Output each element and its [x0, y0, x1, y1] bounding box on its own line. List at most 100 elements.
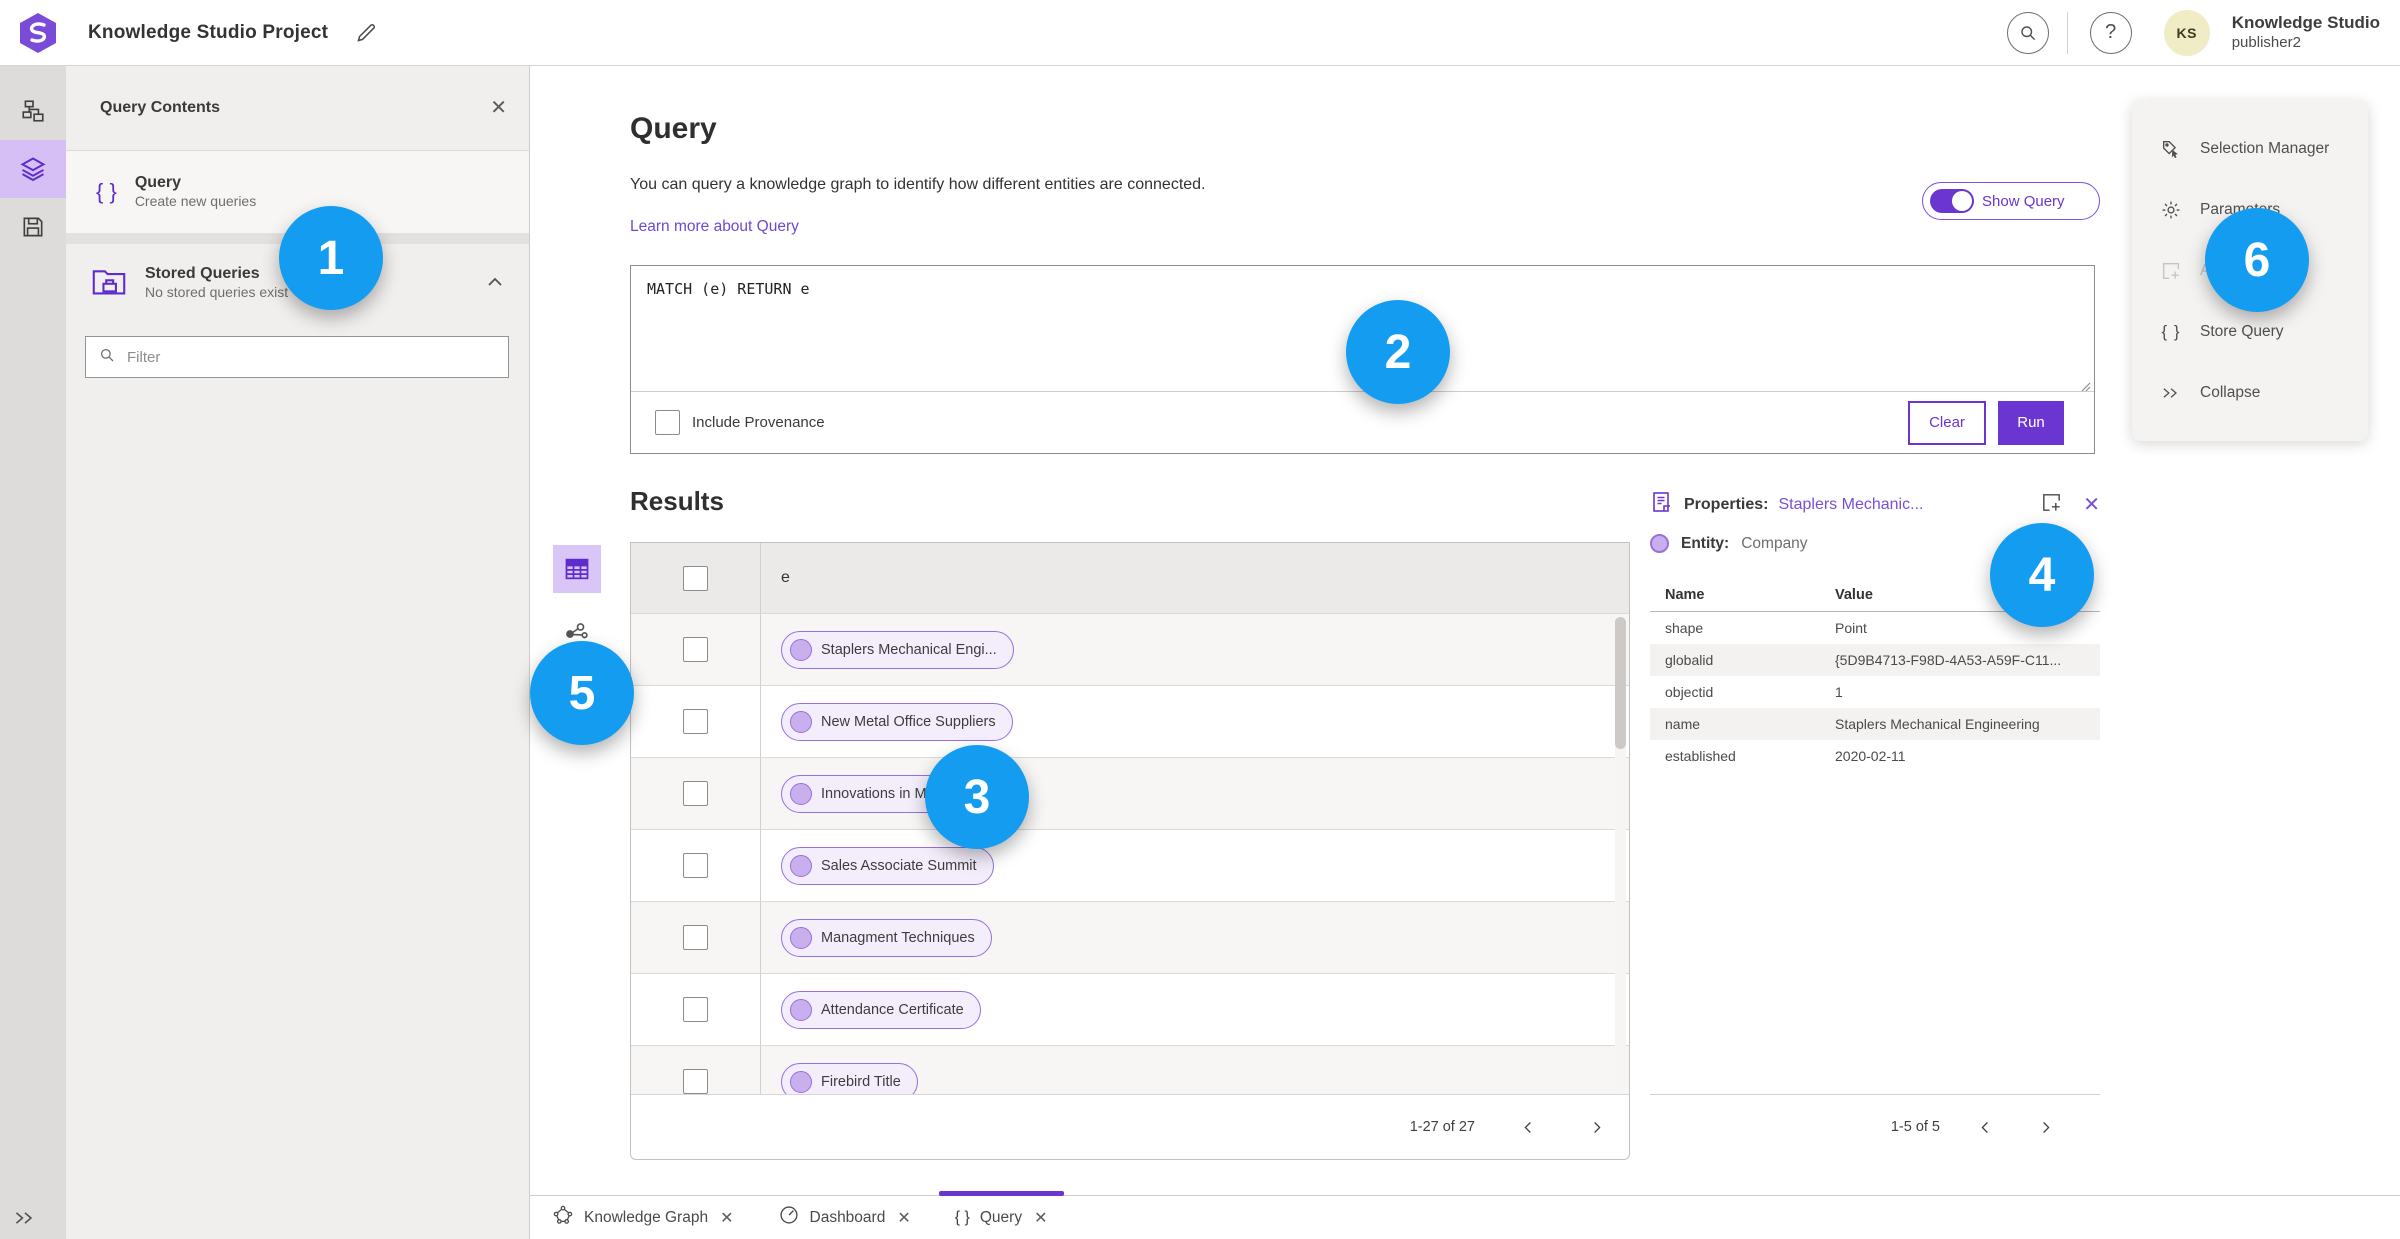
- row-checkbox[interactable]: [683, 1069, 708, 1094]
- close-icon[interactable]: ✕: [490, 98, 507, 118]
- entity-icon: [790, 998, 812, 1021]
- table-row: New Metal Office Suppliers: [631, 685, 1629, 757]
- help-icon[interactable]: ?: [2089, 11, 2132, 54]
- properties-doc-icon: [1650, 490, 1674, 519]
- selection-manager-button[interactable]: Selection Manager: [2132, 118, 2368, 179]
- hierarchy-icon[interactable]: [0, 82, 66, 140]
- entity-icon: [790, 854, 812, 877]
- user-avatar[interactable]: KS: [2163, 9, 2210, 56]
- page-title: Query: [630, 112, 717, 145]
- entity-pill[interactable]: Staplers Mechanical Engi...: [781, 630, 1014, 669]
- run-button[interactable]: Run: [1998, 400, 2064, 445]
- add-to-selection-icon[interactable]: [2040, 491, 2063, 519]
- tab-label: Dashboard: [809, 1208, 886, 1226]
- table-row[interactable]: globalid {5D9B4713-F98D-4A53-A59F-C11...: [1650, 644, 2100, 676]
- table-row[interactable]: established 2020-02-11: [1650, 740, 2100, 772]
- double-chevron-right-icon: [2159, 385, 2183, 401]
- entity-pill[interactable]: Attendance Certificate: [781, 990, 981, 1029]
- scrollbar-thumb[interactable]: [1615, 617, 1626, 749]
- chevron-up-icon[interactable]: [487, 274, 503, 292]
- properties-pagination: 1-5 of 5: [1650, 1112, 2100, 1142]
- panel-header: Query Contents ✕: [66, 66, 529, 151]
- active-tab-indicator: [938, 1191, 1064, 1196]
- column-header-e: e: [781, 569, 790, 586]
- expand-panel-icon[interactable]: [0, 1209, 66, 1227]
- search-icon: [98, 346, 116, 369]
- layers-icon[interactable]: [0, 140, 66, 198]
- table-row[interactable]: objectid 1: [1650, 676, 2100, 708]
- entity-pill[interactable]: Sales Associate Summit: [781, 846, 994, 885]
- row-checkbox[interactable]: [683, 709, 708, 734]
- entity-type-value: Company: [1741, 534, 1808, 552]
- row-checkbox[interactable]: [683, 925, 708, 950]
- table-view-icon[interactable]: [553, 545, 601, 593]
- chevron-right-icon[interactable]: [2030, 1112, 2060, 1142]
- close-icon[interactable]: ✕: [1034, 1208, 1047, 1228]
- chevron-left-icon[interactable]: [1513, 1112, 1543, 1142]
- table-row[interactable]: name Staplers Mechanical Engineering: [1650, 708, 2100, 740]
- results-scroll-area: e Staplers Mechanical Engi... New Metal …: [631, 543, 1629, 1096]
- topbar-actions: ? KS Knowledge Studio publisher2: [2006, 9, 2386, 56]
- tab-knowledge-graph[interactable]: Knowledge Graph ✕: [542, 1196, 744, 1239]
- save-icon[interactable]: [0, 198, 66, 256]
- filter-input-wrap: [85, 336, 509, 378]
- menu-item-label: Store Query: [2200, 322, 2284, 340]
- braces-icon: { }: [96, 179, 117, 204]
- row-checkbox[interactable]: [683, 853, 708, 878]
- entity-pill[interactable]: Managment Techniques: [781, 918, 992, 957]
- user-role: publisher2: [2231, 33, 2301, 51]
- entity-icon: [1650, 534, 1669, 553]
- row-checkbox[interactable]: [683, 781, 708, 806]
- select-all-checkbox[interactable]: [683, 565, 708, 591]
- annotation-badge-6: 6: [2205, 208, 2309, 312]
- entity-pill[interactable]: New Metal Office Suppliers: [781, 702, 1013, 741]
- gauge-icon: [778, 1204, 800, 1231]
- square-plus-icon: [2159, 260, 2183, 282]
- chevron-left-icon[interactable]: [1970, 1112, 2000, 1142]
- query-item-label: Query: [134, 174, 182, 192]
- chevron-right-icon[interactable]: [1581, 1112, 1611, 1142]
- filter-input[interactable]: [127, 348, 496, 366]
- results-table: e Staplers Mechanical Engi... New Metal …: [630, 542, 1630, 1160]
- query-description: You can query a knowledge graph to ident…: [630, 176, 1206, 193]
- include-provenance-label: Include Provenance: [692, 414, 825, 431]
- tab-dashboard[interactable]: Dashboard ✕: [768, 1196, 921, 1239]
- results-header-row: e: [631, 543, 1629, 613]
- annotation-badge-2: 2: [1346, 300, 1450, 404]
- tab-query[interactable]: { } Query ✕: [938, 1191, 1064, 1239]
- include-provenance-checkbox[interactable]: [655, 410, 680, 435]
- gear-icon: [2159, 199, 2183, 221]
- stored-queries-sublabel: No stored queries exist: [145, 284, 289, 301]
- row-checkbox[interactable]: [683, 637, 708, 662]
- panel-title: Query Contents: [100, 99, 221, 116]
- table-row: Firebird Title: [631, 1045, 1629, 1096]
- app-logo-icon[interactable]: [16, 10, 60, 56]
- clear-button[interactable]: Clear: [1908, 400, 1986, 445]
- properties-label: Properties:: [1684, 495, 1769, 513]
- row-checkbox[interactable]: [683, 997, 708, 1022]
- toggle-on-icon: [1930, 189, 1974, 213]
- entity-pill[interactable]: Firebird Title: [781, 1062, 918, 1096]
- close-icon[interactable]: ✕: [2083, 495, 2100, 515]
- entity-icon: [790, 638, 812, 661]
- edit-title-pencil-icon[interactable]: [354, 21, 378, 45]
- close-icon[interactable]: ✕: [897, 1208, 910, 1228]
- annotation-badge-3: 3: [925, 745, 1029, 849]
- learn-more-link[interactable]: Learn more about Query: [630, 218, 799, 236]
- properties-entity-link[interactable]: Staplers Mechanic...: [1778, 496, 1923, 514]
- table-row: Attendance Certificate: [631, 973, 1629, 1045]
- collapse-button[interactable]: Collapse: [2132, 362, 2368, 423]
- view-tab-bar: Knowledge Graph ✕ Dashboard ✕ { } Query …: [530, 1191, 2400, 1239]
- user-info[interactable]: Knowledge Studio publisher2: [2232, 13, 2386, 51]
- network-graph-icon: [552, 1204, 574, 1231]
- search-icon[interactable]: [2006, 11, 2049, 54]
- properties-footer-divider: [1650, 1094, 2100, 1095]
- annotation-badge-4: 4: [1990, 523, 2094, 627]
- props-col-name: Name: [1650, 581, 1820, 612]
- close-icon[interactable]: ✕: [720, 1208, 733, 1228]
- selection-tag-icon: [2159, 138, 2183, 160]
- folder-icon: [91, 265, 127, 302]
- left-icon-strip: [0, 66, 66, 1239]
- scrollbar-track[interactable]: [1615, 617, 1626, 1090]
- show-query-toggle[interactable]: Show Query: [1922, 182, 2100, 220]
